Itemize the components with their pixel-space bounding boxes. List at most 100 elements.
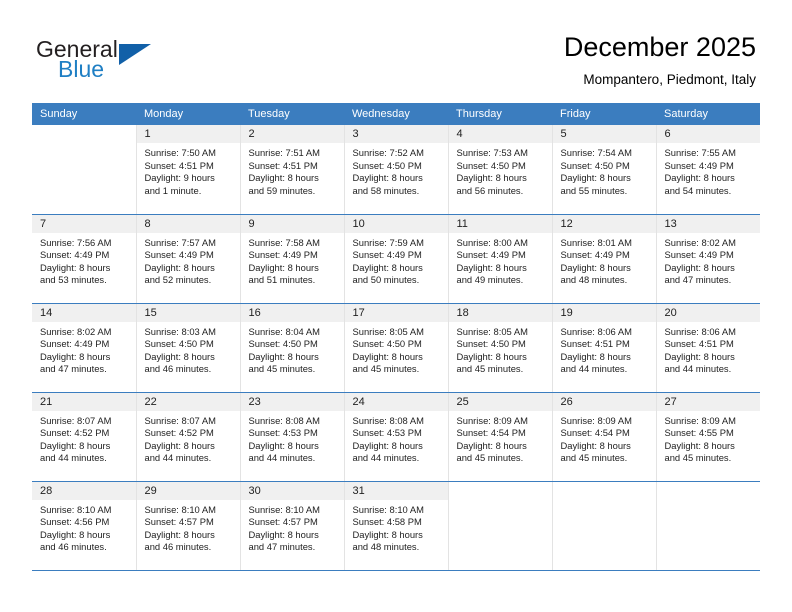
daylight-text: Daylight: 8 hours: [40, 350, 111, 362]
daylight-text: and 44 minutes.: [248, 452, 316, 464]
sunrise-text: Sunrise: 7:56 AM: [40, 236, 112, 248]
day-details: Sunrise: 8:00 AM Sunset: 4:49 PM Daylight:…: [449, 233, 552, 287]
weekday-header-wednesday: Wednesday: [344, 103, 448, 125]
day-number: 9: [240, 214, 344, 233]
daylight-text: Daylight: 8 hours: [560, 261, 631, 273]
daylight-text: Daylight: 8 hours: [40, 439, 111, 451]
daylight-text: and 56 minutes.: [456, 184, 524, 196]
day-cell-12[interactable]: 12 Sunrise: 8:01 AM Sunset: 4:49 PM Dayligh…: [552, 214, 657, 304]
day-number: 27: [656, 392, 760, 411]
daylight-text: and 51 minutes.: [248, 274, 316, 286]
day-cell-26[interactable]: 26 Sunrise: 8:09 AM Sunset: 4:54 PM Dayligh…: [552, 392, 657, 482]
day-cell-23[interactable]: 23 Sunrise: 8:08 AM Sunset: 4:53 PM Dayligh…: [240, 392, 345, 482]
day-cell-9[interactable]: 9 Sunrise: 7:58 AM Sunset: 4:49 PM Daylight…: [240, 214, 345, 304]
sunrise-text: Sunrise: 8:05 AM: [456, 325, 528, 337]
day-cell-16[interactable]: 16 Sunrise: 8:04 AM Sunset: 4:50 PM Dayligh…: [240, 303, 345, 393]
day-cell-18[interactable]: 18 Sunrise: 8:05 AM Sunset: 4:50 PM Dayligh…: [448, 303, 553, 393]
daylight-text: Daylight: 8 hours: [144, 261, 215, 273]
day-number: 23: [240, 392, 344, 411]
day-cell-1[interactable]: 1 Sunrise: 7:50 AM Sunset: 4:51 PM Daylight…: [136, 125, 241, 215]
day-cell-empty: [552, 481, 657, 571]
sunset-text: Sunset: 4:51 PM: [560, 338, 630, 350]
daylight-text: Daylight: 8 hours: [664, 261, 735, 273]
day-cell-3[interactable]: 3 Sunrise: 7:52 AM Sunset: 4:50 PM Daylight…: [344, 125, 449, 215]
sunrise-text: Sunrise: 8:10 AM: [144, 503, 216, 515]
day-details: [657, 500, 761, 504]
sunrise-text: Sunrise: 8:10 AM: [352, 503, 424, 515]
daylight-text: and 46 minutes.: [40, 541, 107, 553]
daylight-text: Daylight: 8 hours: [664, 350, 735, 362]
day-cell-30[interactable]: 30 Sunrise: 8:10 AM Sunset: 4:57 PM Dayligh…: [240, 481, 345, 571]
day-details: Sunrise: 8:06 AM Sunset: 4:51 PM Daylight:…: [553, 322, 656, 376]
sunset-text: Sunset: 4:53 PM: [248, 427, 318, 439]
day-cell-5[interactable]: 5 Sunrise: 7:54 AM Sunset: 4:50 PM Daylight…: [552, 125, 657, 215]
daylight-text: and 45 minutes.: [248, 363, 316, 375]
blue-triangle-icon: [119, 44, 151, 65]
day-cell-17[interactable]: 17 Sunrise: 8:05 AM Sunset: 4:50 PM Dayligh…: [344, 303, 449, 393]
sunset-text: Sunset: 4:50 PM: [144, 338, 214, 350]
day-cell-11[interactable]: 11 Sunrise: 8:00 AM Sunset: 4:49 PM Dayligh…: [448, 214, 553, 304]
daylight-text: and 46 minutes.: [144, 363, 212, 375]
day-cell-21[interactable]: 21 Sunrise: 8:07 AM Sunset: 4:52 PM Dayligh…: [32, 392, 137, 482]
day-cell-24[interactable]: 24 Sunrise: 8:08 AM Sunset: 4:53 PM Dayligh…: [344, 392, 449, 482]
daylight-text: Daylight: 8 hours: [352, 439, 423, 451]
day-cell-29[interactable]: 29 Sunrise: 8:10 AM Sunset: 4:57 PM Dayligh…: [136, 481, 241, 571]
day-cell-27[interactable]: 27 Sunrise: 8:09 AM Sunset: 4:55 PM Dayligh…: [656, 392, 760, 482]
day-cell-15[interactable]: 15 Sunrise: 8:03 AM Sunset: 4:50 PM Dayligh…: [136, 303, 241, 393]
day-details: Sunrise: 8:09 AM Sunset: 4:54 PM Daylight:…: [553, 411, 656, 465]
sunset-text: Sunset: 4:50 PM: [456, 338, 526, 350]
day-details: Sunrise: 7:58 AM Sunset: 4:49 PM Daylight:…: [241, 233, 344, 287]
day-details: Sunrise: 7:54 AM Sunset: 4:50 PM Daylight:…: [553, 143, 656, 197]
day-number: 31: [344, 481, 448, 500]
day-cell-28[interactable]: 28 Sunrise: 8:10 AM Sunset: 4:56 PM Dayligh…: [32, 481, 137, 571]
day-cell-6[interactable]: 6 Sunrise: 7:55 AM Sunset: 4:49 PM Daylight…: [656, 125, 760, 215]
day-cell-empty: [448, 481, 553, 571]
sunrise-text: Sunrise: 8:03 AM: [144, 325, 216, 337]
sunset-text: Sunset: 4:50 PM: [456, 159, 526, 171]
sunset-text: Sunset: 4:54 PM: [560, 427, 630, 439]
daylight-text: and 44 minutes.: [352, 452, 420, 464]
sunset-text: Sunset: 4:49 PM: [560, 249, 630, 261]
daylight-text: and 48 minutes.: [352, 541, 420, 553]
sunrise-text: Sunrise: 8:07 AM: [144, 414, 216, 426]
day-cell-25[interactable]: 25 Sunrise: 8:09 AM Sunset: 4:54 PM Dayligh…: [448, 392, 553, 482]
day-cell-8[interactable]: 8 Sunrise: 7:57 AM Sunset: 4:49 PM Daylight…: [136, 214, 241, 304]
daylight-text: and 47 minutes.: [248, 541, 316, 553]
sunrise-text: Sunrise: 7:55 AM: [664, 147, 736, 158]
sunrise-text: Sunrise: 8:05 AM: [352, 325, 424, 337]
day-cell-20[interactable]: 20 Sunrise: 8:06 AM Sunset: 4:51 PM Dayligh…: [656, 303, 760, 393]
daylight-text: and 44 minutes.: [560, 363, 628, 375]
daylight-text: Daylight: 8 hours: [664, 172, 735, 184]
day-number: 10: [344, 214, 448, 233]
sunrise-text: Sunrise: 8:06 AM: [664, 325, 736, 337]
day-details: Sunrise: 8:08 AM Sunset: 4:53 PM Daylight:…: [345, 411, 448, 465]
day-cell-14[interactable]: 14 Sunrise: 8:02 AM Sunset: 4:49 PM Dayligh…: [32, 303, 137, 393]
sunrise-text: Sunrise: 7:59 AM: [352, 236, 424, 248]
day-number: 1: [136, 125, 240, 143]
daylight-text: and 47 minutes.: [40, 363, 107, 375]
sunrise-text: Sunrise: 8:01 AM: [560, 236, 632, 248]
sunset-text: Sunset: 4:49 PM: [664, 249, 734, 261]
day-details: [32, 143, 136, 147]
day-cell-19[interactable]: 19 Sunrise: 8:06 AM Sunset: 4:51 PM Dayligh…: [552, 303, 657, 393]
day-number: 28: [32, 481, 136, 500]
day-number: 14: [32, 303, 136, 322]
day-cell-4[interactable]: 4 Sunrise: 7:53 AM Sunset: 4:50 PM Daylight…: [448, 125, 553, 215]
sunrise-text: Sunrise: 7:52 AM: [352, 147, 424, 158]
day-details: Sunrise: 8:10 AM Sunset: 4:57 PM Daylight:…: [137, 500, 240, 554]
day-number: 2: [240, 125, 344, 143]
day-cell-22[interactable]: 22 Sunrise: 8:07 AM Sunset: 4:52 PM Dayligh…: [136, 392, 241, 482]
day-cell-31[interactable]: 31 Sunrise: 8:10 AM Sunset: 4:58 PM Dayligh…: [344, 481, 449, 571]
day-cell-7[interactable]: 7 Sunrise: 7:56 AM Sunset: 4:49 PM Daylight…: [32, 214, 137, 304]
day-cell-13[interactable]: 13 Sunrise: 8:02 AM Sunset: 4:49 PM Dayligh…: [656, 214, 760, 304]
daylight-text: and 1 minute.: [144, 184, 202, 196]
sunrise-text: Sunrise: 8:09 AM: [560, 414, 632, 426]
sunrise-text: Sunrise: 8:06 AM: [560, 325, 632, 337]
day-number: [656, 481, 760, 500]
day-cell-10[interactable]: 10 Sunrise: 7:59 AM Sunset: 4:49 PM Dayligh…: [344, 214, 449, 304]
weekday-header-monday: Monday: [136, 103, 240, 125]
day-cell-2[interactable]: 2 Sunrise: 7:51 AM Sunset: 4:51 PM Daylight…: [240, 125, 345, 215]
day-details: Sunrise: 8:01 AM Sunset: 4:49 PM Daylight:…: [553, 233, 656, 287]
daylight-text: and 44 minutes.: [144, 452, 212, 464]
general-blue-logo[interactable]: General Blue: [36, 36, 226, 84]
